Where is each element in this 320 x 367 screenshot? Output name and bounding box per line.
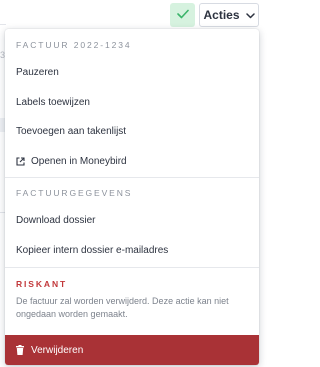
menu-item-open-in-moneybird[interactable]: Openen in Moneybird (5, 148, 259, 174)
actions-button-label: Acties (203, 8, 240, 22)
menu-divider (5, 177, 259, 178)
menu-item-assign-labels[interactable]: Labels toewijzen (5, 89, 259, 115)
delete-button-label: Verwijderen (31, 344, 84, 356)
approve-button[interactable] (170, 3, 195, 27)
menu-divider (5, 267, 259, 268)
menu-item-label: Labels toewijzen (16, 96, 90, 108)
danger-section-title: RISKANT (16, 279, 68, 289)
menu-item-label: Kopieer intern dossier e-mailadres (16, 244, 169, 256)
trash-icon (16, 345, 24, 355)
chevron-down-icon (245, 8, 255, 22)
details-section-title: FACTUURGEGEVENS (16, 188, 133, 198)
actions-menu: FACTUUR 2022-1234 Pauzeren Labels toewij… (5, 29, 259, 365)
danger-description: De factuur zal worden verwijderd. Deze a… (16, 296, 229, 319)
check-icon (176, 6, 189, 24)
menu-item-add-to-tasklist[interactable]: Toevoegen aan takenlijst (5, 118, 259, 144)
menu-item-label: Openen in Moneybird (31, 155, 127, 167)
invoice-section-title: FACTUUR 2022-1234 (16, 40, 132, 50)
menu-item-label: Download dossier (16, 214, 96, 226)
backdrop-divider (0, 24, 6, 25)
menu-item-label: Toevoegen aan takenlijst (16, 125, 127, 137)
delete-button[interactable]: Verwijderen (5, 335, 259, 365)
menu-item-label: Pauzeren (16, 66, 59, 78)
menu-item-pause[interactable]: Pauzeren (5, 59, 259, 85)
actions-dropdown-button[interactable]: Acties (199, 3, 259, 27)
external-link-icon (16, 156, 25, 166)
menu-item-copy-dossier-email[interactable]: Kopieer intern dossier e-mailadres (5, 237, 259, 263)
menu-item-download-dossier[interactable]: Download dossier (5, 207, 259, 233)
